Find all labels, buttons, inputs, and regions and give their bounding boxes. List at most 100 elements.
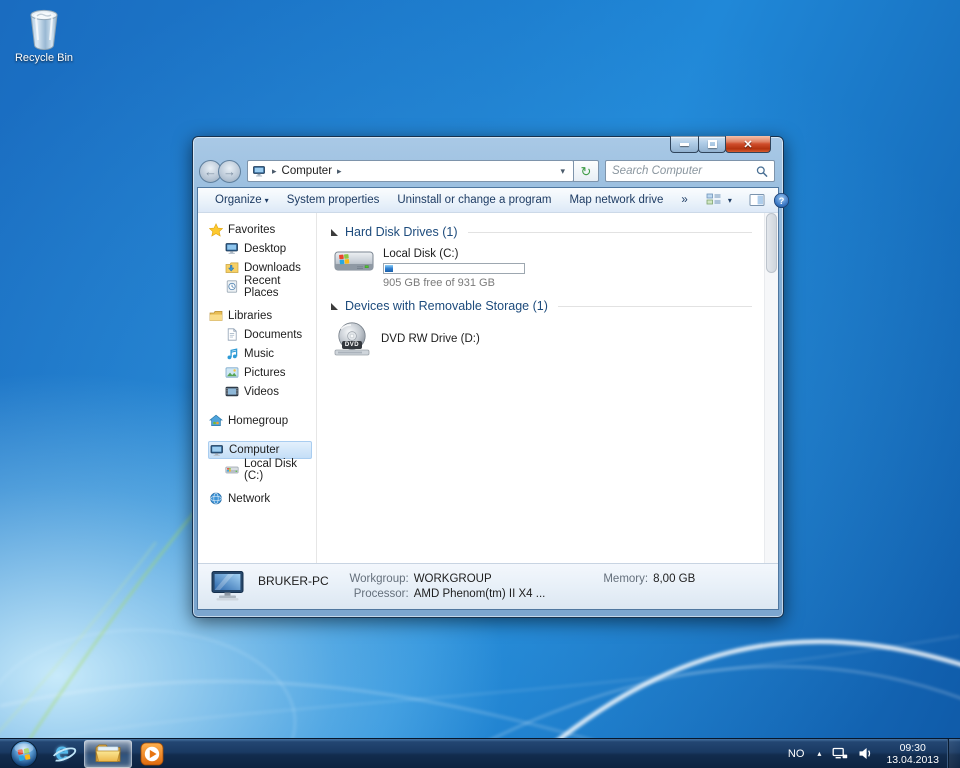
navigation-pane: Favorites Desktop Downloads Recent Place… bbox=[198, 213, 316, 563]
toolbar-overflow-button[interactable]: » bbox=[672, 191, 696, 209]
computer-details-icon bbox=[211, 570, 244, 600]
language-indicator[interactable]: NO bbox=[781, 748, 812, 760]
collapse-icon bbox=[331, 302, 338, 310]
breadcrumb-arrow-icon: ▸ bbox=[272, 165, 277, 176]
processor-value: AMD Phenom(tm) II X4 ... bbox=[413, 588, 546, 600]
vertical-scrollbar[interactable] bbox=[764, 213, 778, 563]
sidebar-item-computer[interactable]: Computer bbox=[208, 441, 312, 459]
group-title: Devices with Removable Storage (1) bbox=[345, 299, 548, 313]
search-input[interactable] bbox=[612, 165, 756, 177]
folder-explorer-icon bbox=[95, 744, 121, 762]
sidebar-label: Network bbox=[228, 492, 271, 505]
minimize-button[interactable] bbox=[670, 136, 699, 153]
breadcrumb-computer[interactable]: Computer bbox=[282, 165, 333, 177]
dvd-disc-label: DVD bbox=[342, 341, 362, 349]
computer-icon bbox=[209, 443, 225, 457]
dvd-drive-item[interactable]: DVD DVD RW Drive (D:) bbox=[333, 321, 758, 357]
sidebar-label: Videos bbox=[244, 385, 279, 398]
change-view-button[interactable]: ▾ bbox=[697, 190, 741, 210]
group-header-hard-disks[interactable]: Hard Disk Drives (1) bbox=[331, 225, 758, 239]
desktop-icon bbox=[224, 242, 240, 256]
maximize-button[interactable] bbox=[698, 136, 726, 153]
taskbar-internet-explorer-button[interactable]: e bbox=[44, 738, 84, 768]
sidebar-item-downloads[interactable]: Downloads bbox=[208, 259, 316, 276]
desktop: Recycle Bin ✕ ← → ▸ Computer ▸ ▾ ↻ Searc… bbox=[0, 0, 960, 768]
address-dropdown-icon[interactable]: ▾ bbox=[556, 166, 569, 177]
sidebar-item-favorites[interactable]: Favorites bbox=[208, 221, 316, 238]
sidebar-item-local-disk-c[interactable]: Local Disk (C:) bbox=[208, 458, 316, 482]
network-tray-button[interactable] bbox=[827, 746, 853, 761]
sidebar-item-videos[interactable]: Videos bbox=[208, 383, 316, 400]
uninstall-program-button[interactable]: Uninstall or change a program bbox=[388, 191, 560, 209]
help-icon: ? bbox=[773, 192, 789, 208]
workgroup-value: WORKGROUP bbox=[413, 573, 492, 585]
videos-icon bbox=[224, 385, 240, 399]
drive-free-space: 905 GB free of 931 GB bbox=[383, 277, 495, 289]
volume-tray-button[interactable] bbox=[853, 746, 878, 761]
homegroup-icon bbox=[208, 414, 224, 428]
system-properties-button[interactable]: System properties bbox=[278, 191, 389, 209]
network-icon bbox=[208, 492, 224, 506]
libraries-icon bbox=[208, 309, 224, 323]
scrollbar-thumb[interactable] bbox=[766, 213, 777, 273]
forward-button[interactable]: → bbox=[218, 159, 241, 183]
drive-name: Local Disk (C:) bbox=[383, 248, 459, 260]
minimize-icon bbox=[680, 142, 689, 146]
local-disk-item[interactable]: Local Disk (C:) 905 GB free of 931 GB bbox=[333, 247, 758, 289]
command-bar: Organize ▾ System properties Uninstall or… bbox=[198, 188, 789, 213]
search-box bbox=[605, 160, 775, 182]
group-rule bbox=[467, 231, 752, 233]
sidebar-item-desktop[interactable]: Desktop bbox=[208, 240, 316, 257]
organize-button[interactable]: Organize ▾ bbox=[206, 191, 278, 209]
refresh-icon: ↻ bbox=[580, 164, 592, 179]
sidebar-item-recent-places[interactable]: Recent Places bbox=[208, 275, 316, 299]
hidden-icons-button[interactable]: ▴ bbox=[811, 749, 827, 758]
sidebar-item-music[interactable]: Music bbox=[208, 345, 316, 362]
breadcrumb-arrow-icon[interactable]: ▸ bbox=[332, 166, 347, 177]
sidebar-item-homegroup[interactable]: Homegroup bbox=[208, 412, 316, 429]
taskbar-clock[interactable]: 09:30 13.04.2013 bbox=[878, 742, 947, 766]
taskbar-windows-explorer-button[interactable] bbox=[84, 739, 132, 768]
forward-icon: → bbox=[223, 163, 236, 179]
media-player-icon bbox=[140, 742, 164, 765]
network-tray-icon bbox=[832, 747, 848, 759]
group-header-removable-storage[interactable]: Devices with Removable Storage (1) bbox=[331, 299, 758, 313]
sidebar-item-documents[interactable]: Documents bbox=[208, 326, 316, 343]
organize-label: Organize bbox=[215, 194, 262, 206]
sidebar-label: Recent Places bbox=[244, 274, 281, 299]
sidebar-item-libraries[interactable]: Libraries bbox=[208, 307, 316, 324]
preview-pane-button[interactable] bbox=[749, 193, 765, 207]
start-button[interactable] bbox=[4, 739, 44, 768]
internet-explorer-icon: e bbox=[49, 738, 79, 767]
taskbar-media-player-button[interactable] bbox=[132, 739, 172, 768]
windows-start-icon bbox=[10, 740, 38, 767]
organize-dropdown-icon: ▾ bbox=[264, 196, 269, 205]
sidebar-item-network[interactable]: Network bbox=[208, 490, 316, 507]
sidebar-label: Documents bbox=[244, 328, 303, 341]
computer-name: BRUKER-PC bbox=[258, 573, 329, 588]
address-bar[interactable]: ▸ Computer ▸ ▾ bbox=[247, 160, 574, 182]
explorer-window: ✕ ← → ▸ Computer ▸ ▾ ↻ Search Computer O… bbox=[192, 136, 789, 618]
memory-field: Memory: 8,00 GB bbox=[603, 573, 695, 585]
music-icon bbox=[224, 347, 240, 361]
capacity-bar bbox=[383, 263, 525, 274]
refresh-button[interactable]: ↻ bbox=[573, 160, 599, 182]
memory-value: 8,00 GB bbox=[653, 572, 696, 585]
sidebar-label: Favorites bbox=[228, 223, 276, 236]
close-button[interactable]: ✕ bbox=[725, 136, 771, 153]
recent-places-icon bbox=[224, 280, 240, 294]
speaker-icon bbox=[859, 748, 871, 759]
address-row: ← → ▸ Computer ▸ ▾ ↻ bbox=[197, 159, 779, 187]
group-rule bbox=[557, 305, 752, 307]
sidebar-label: Downloads bbox=[244, 261, 301, 274]
search-icon[interactable] bbox=[756, 165, 768, 178]
help-button[interactable]: ? bbox=[773, 192, 790, 209]
sidebar-item-pictures[interactable]: Pictures bbox=[208, 364, 316, 381]
recycle-bin-shortcut[interactable]: Recycle Bin bbox=[6, 6, 82, 64]
window-titlebar[interactable]: ✕ bbox=[197, 136, 779, 159]
map-network-drive-button[interactable]: Map network drive bbox=[560, 191, 672, 209]
show-desktop-button[interactable] bbox=[947, 738, 960, 768]
location-computer-icon bbox=[253, 165, 265, 177]
star-icon bbox=[208, 222, 224, 237]
system-tray: NO ▴ 09:30 13.04.2013 bbox=[781, 738, 960, 768]
